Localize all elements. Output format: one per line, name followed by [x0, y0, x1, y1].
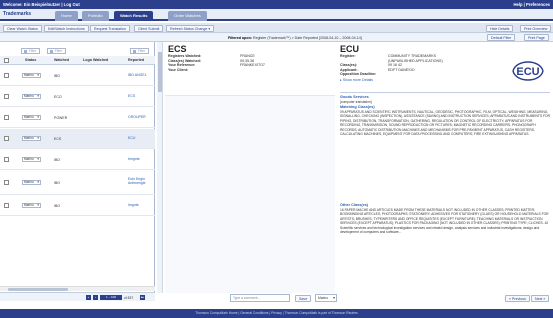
filter-label: Filtered upon: [228, 35, 252, 40]
section-text: 09 APPARATUS AND SCIENTIFIC INSTRUMENTS,… [340, 110, 550, 137]
previous-button[interactable]: « Previous [505, 295, 530, 302]
filter-text: Register (Trademark™) > Date Reported [2… [252, 35, 362, 40]
filter-summary-bar: Filtered upon: Register (Trademark™) > D… [0, 33, 553, 42]
row-watched-mark: IBO [54, 180, 61, 185]
page-range[interactable]: 1 – 100 [100, 295, 122, 300]
detail-divider [340, 92, 550, 93]
welcome-text: Welcome: Ein Beispielnutzer | Log Out [3, 2, 80, 7]
row-reported-mark[interactable]: bmgnte [128, 157, 153, 161]
prev-page-button[interactable]: ‹ [93, 295, 98, 300]
row-status-select[interactable]: Marino [22, 94, 41, 99]
row-watched-mark: IBO [54, 73, 61, 78]
col-watched[interactable]: Watched [54, 58, 69, 62]
section-text: 16 PAPER MACHE AND ARTICLES MADE FROM TH… [340, 208, 549, 235]
trademark-logo-image: ECU [512, 61, 544, 81]
filter-summary: Filtered upon: Register (Trademark™) > D… [228, 36, 486, 40]
row-status-select[interactable]: Marino [22, 136, 41, 141]
other-classes-section: Other Class(es) 16 PAPER MACHE AND ARTIC… [340, 203, 550, 234]
row-status-select[interactable]: Marino [22, 115, 41, 120]
matching-classes-section: Matching Class(es) 09 APPARATUS AND SCIE… [340, 105, 550, 136]
list-horizontal-scrollbar[interactable] [0, 286, 155, 291]
row-reported-mark[interactable]: ECU [128, 136, 153, 140]
status-filter-input[interactable]: Filter [21, 48, 40, 54]
tab-order-watches[interactable]: Order Watches [168, 11, 207, 21]
list-header: Status Watched Logo Watched Reported [0, 56, 155, 65]
table-row[interactable]: Marino POWER GROUPER [0, 108, 155, 128]
list-pager: « ‹ 1 – 100 of 837 ▸▸ [0, 292, 155, 301]
row-watched-mark: ECO [54, 94, 62, 99]
watched-mark-title: ECS [168, 44, 187, 54]
row-reported-mark[interactable]: GROUPER [128, 115, 153, 119]
select-all-checkbox[interactable] [4, 57, 9, 63]
request-translation-button[interactable]: Request Translation [90, 24, 130, 32]
detail-field: Your Client: [168, 67, 189, 72]
reported-mark-title: ECU [340, 44, 360, 54]
edit-instructions-button[interactable]: Edit/Watch Instructions [44, 24, 89, 32]
table-row[interactable]: Marino IBO bmgnte [0, 150, 155, 170]
action-toolbar: Clear Watch Status Edit/Watch Instructio… [0, 23, 553, 33]
row-status-select[interactable]: Marino [22, 203, 41, 208]
table-row[interactable]: Marino IBO Imgnte [0, 196, 155, 216]
col-status[interactable]: Status [25, 58, 36, 62]
client-submit-button[interactable]: Client Submit [134, 24, 164, 32]
row-checkbox[interactable] [4, 94, 9, 99]
row-checkbox[interactable] [4, 157, 9, 162]
first-page-button[interactable]: « [86, 295, 91, 300]
print-page-button[interactable]: Print Page [524, 34, 549, 41]
table-row[interactable]: Marino IBO Ecto Engin Antimengle [0, 171, 155, 195]
refresh-status-dropdown[interactable]: Refresh Status Change ▾ [166, 24, 215, 32]
hide-details-button[interactable]: Hide Details [486, 24, 514, 32]
help-preferences-links[interactable]: Help | Preferences [513, 0, 550, 9]
scroll-thumb[interactable] [8, 288, 68, 291]
tab-watch-results[interactable]: Watch Results [114, 11, 154, 21]
default-filter-button[interactable]: Default Filter [487, 34, 516, 41]
row-status-select[interactable]: Marino [22, 157, 41, 162]
row-status-select[interactable]: Marino [22, 180, 41, 185]
row-checkbox[interactable] [4, 180, 9, 185]
comment-input[interactable]: Type a comment... [230, 294, 290, 302]
row-checkbox[interactable] [4, 73, 9, 78]
brand-title: Trademarks [3, 11, 32, 17]
row-reported-mark[interactable]: Ecto Engin Antimengle [128, 177, 153, 185]
col-reported[interactable]: Reported [128, 58, 144, 62]
row-watched-mark: IBO [54, 203, 61, 208]
results-list: Filter Filter Filter Status Watched Logo… [0, 42, 155, 301]
row-watched-mark: POWER [54, 115, 68, 120]
watched-mark-body [165, 95, 335, 293]
logo-text: ECU [516, 66, 539, 78]
table-row[interactable]: Marino ECO ECS [0, 87, 155, 107]
row-watched-mark: IBO [54, 157, 61, 162]
watched-mark-details: ECS Registers Watched: FRANCE Class(es) W… [168, 44, 328, 72]
row-checkbox[interactable] [4, 203, 9, 208]
next-page-button[interactable]: ▸▸ [140, 295, 146, 300]
row-reported-mark[interactable]: Imgnte [128, 203, 153, 207]
col-logo-watched[interactable]: Logo Watched [83, 58, 108, 62]
tab-row: Trademarks Home Portfolio Watch Results … [0, 9, 553, 21]
page-total: of 837 [124, 295, 134, 300]
footer: Thomson CompuMark Home | General Conditi… [0, 309, 553, 318]
table-row-selected[interactable]: Marino ECS ECU [0, 129, 155, 149]
scroll-thumb[interactable] [158, 52, 162, 92]
section-text: [computer translation] [340, 100, 372, 104]
status-select[interactable]: Marino [315, 294, 337, 302]
reported-filter-input[interactable]: Filter [130, 48, 149, 54]
watched-filter-input[interactable]: Filter [47, 48, 66, 54]
row-checkbox[interactable] [4, 115, 9, 120]
row-reported-mark[interactable]: IBO ANGEL [128, 73, 153, 77]
row-checkbox[interactable] [4, 136, 9, 141]
tab-home[interactable]: Home [55, 11, 78, 21]
goods-services-section: Goods Services [computer translation] [340, 95, 550, 104]
top-bar: Welcome: Ein Beispielnutzer | Log Out He… [0, 0, 553, 9]
table-row[interactable]: Marino IBO IBO ANGEL [0, 66, 155, 86]
tab-portfolio[interactable]: Portfolio [82, 11, 109, 21]
row-watched-mark: ECS [54, 136, 62, 141]
row-status-select[interactable]: Marino [22, 73, 41, 78]
clear-watch-status-button[interactable]: Clear Watch Status [3, 24, 42, 32]
next-button[interactable]: Next » [531, 295, 550, 302]
print-overview-button[interactable]: Print Overview [520, 24, 552, 32]
row-reported-mark[interactable]: ECS [128, 94, 153, 98]
save-button[interactable]: Save [295, 295, 312, 302]
detail-vertical-scrollbar[interactable] [157, 42, 163, 293]
